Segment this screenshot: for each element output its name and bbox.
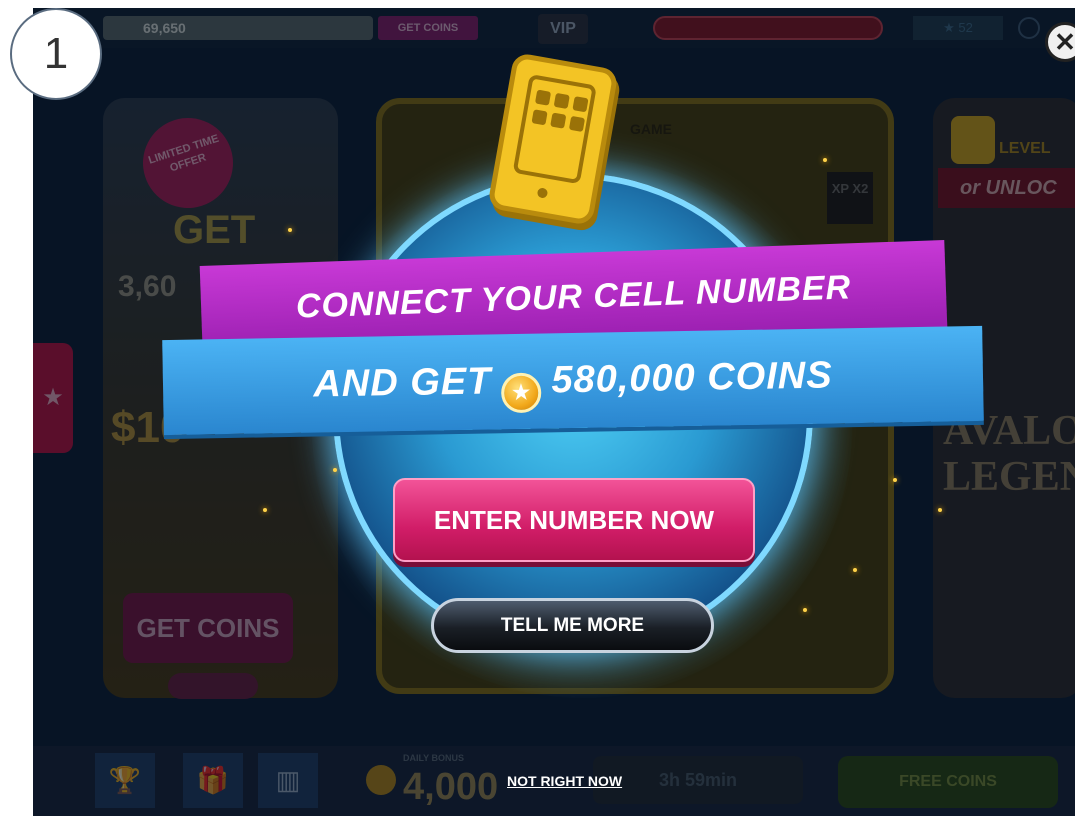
- close-icon[interactable]: ✕: [1045, 22, 1075, 62]
- not-right-now-link[interactable]: NOT RIGHT NOW: [507, 773, 622, 789]
- coin-icon: [366, 765, 396, 795]
- trophy-icon[interactable]: 🏆: [95, 753, 155, 808]
- offer-amount: 3,60: [118, 270, 177, 303]
- gift-icon[interactable]: 🎁: [183, 753, 243, 808]
- offer-get-coins-button[interactable]: GET COINS: [123, 593, 293, 663]
- star-icon: ★: [42, 384, 64, 411]
- offer-get-text: GET: [173, 208, 256, 252]
- xp-badge: XP X2: [827, 172, 873, 224]
- reward-text: AND GET ★ 580,000 COINS: [162, 326, 984, 435]
- coin-icon: ★: [501, 372, 542, 414]
- sparkle: [263, 508, 267, 512]
- sparkle: [893, 478, 897, 482]
- step-number-badge: 1: [10, 8, 102, 100]
- sparkle: [823, 158, 827, 162]
- star-icon: ★: [943, 20, 955, 35]
- level-progress-bar: [653, 16, 883, 40]
- free-coins-button[interactable]: FREE COINS: [838, 756, 1058, 808]
- help-icon[interactable]: [1018, 17, 1040, 39]
- reward-banner: AND GET ★ 580,000 COINS: [162, 325, 984, 436]
- coin-balance: 69,650: [103, 16, 373, 40]
- enter-number-button[interactable]: ENTER NUMBER NOW: [393, 478, 755, 562]
- daily-bonus-label: DAILY BONUS: [403, 753, 465, 763]
- sparkle: [938, 508, 942, 512]
- game-card-title: GAME: [630, 121, 672, 137]
- sparkle: [288, 228, 292, 232]
- favorites-tab[interactable]: ★: [33, 343, 73, 453]
- sparkle: [333, 468, 337, 472]
- sparkle: [803, 608, 807, 612]
- top-bar: 69,650 GET COINS VIP ★ 52: [33, 8, 1075, 48]
- star-count: ★ 52: [913, 16, 1003, 40]
- unlock-banner: or UNLOC: [938, 168, 1075, 208]
- game-screen: 69,650 GET COINS VIP ★ 52 LIMITED TIME O…: [33, 8, 1075, 816]
- reward-amount: 580,000 COINS: [550, 354, 833, 402]
- carousel-dots[interactable]: [168, 673, 258, 699]
- bonus-timer: 3h 59min: [593, 756, 803, 804]
- vip-badge[interactable]: VIP: [538, 14, 588, 44]
- sparkle: [853, 568, 857, 572]
- daily-bonus-amount: 4,000: [403, 766, 499, 808]
- game-title-art: AVALON LEGEN: [943, 408, 1075, 500]
- star-count-value: 52: [958, 20, 973, 35]
- level-label: LEVEL: [999, 140, 1051, 157]
- lock-icon: [951, 116, 995, 164]
- leaderboard-icon[interactable]: ▥: [258, 753, 318, 808]
- tell-me-more-button[interactable]: TELL ME MORE: [431, 598, 714, 653]
- reward-prefix: AND GET: [313, 360, 492, 406]
- get-coins-top-button[interactable]: GET COINS: [378, 16, 478, 40]
